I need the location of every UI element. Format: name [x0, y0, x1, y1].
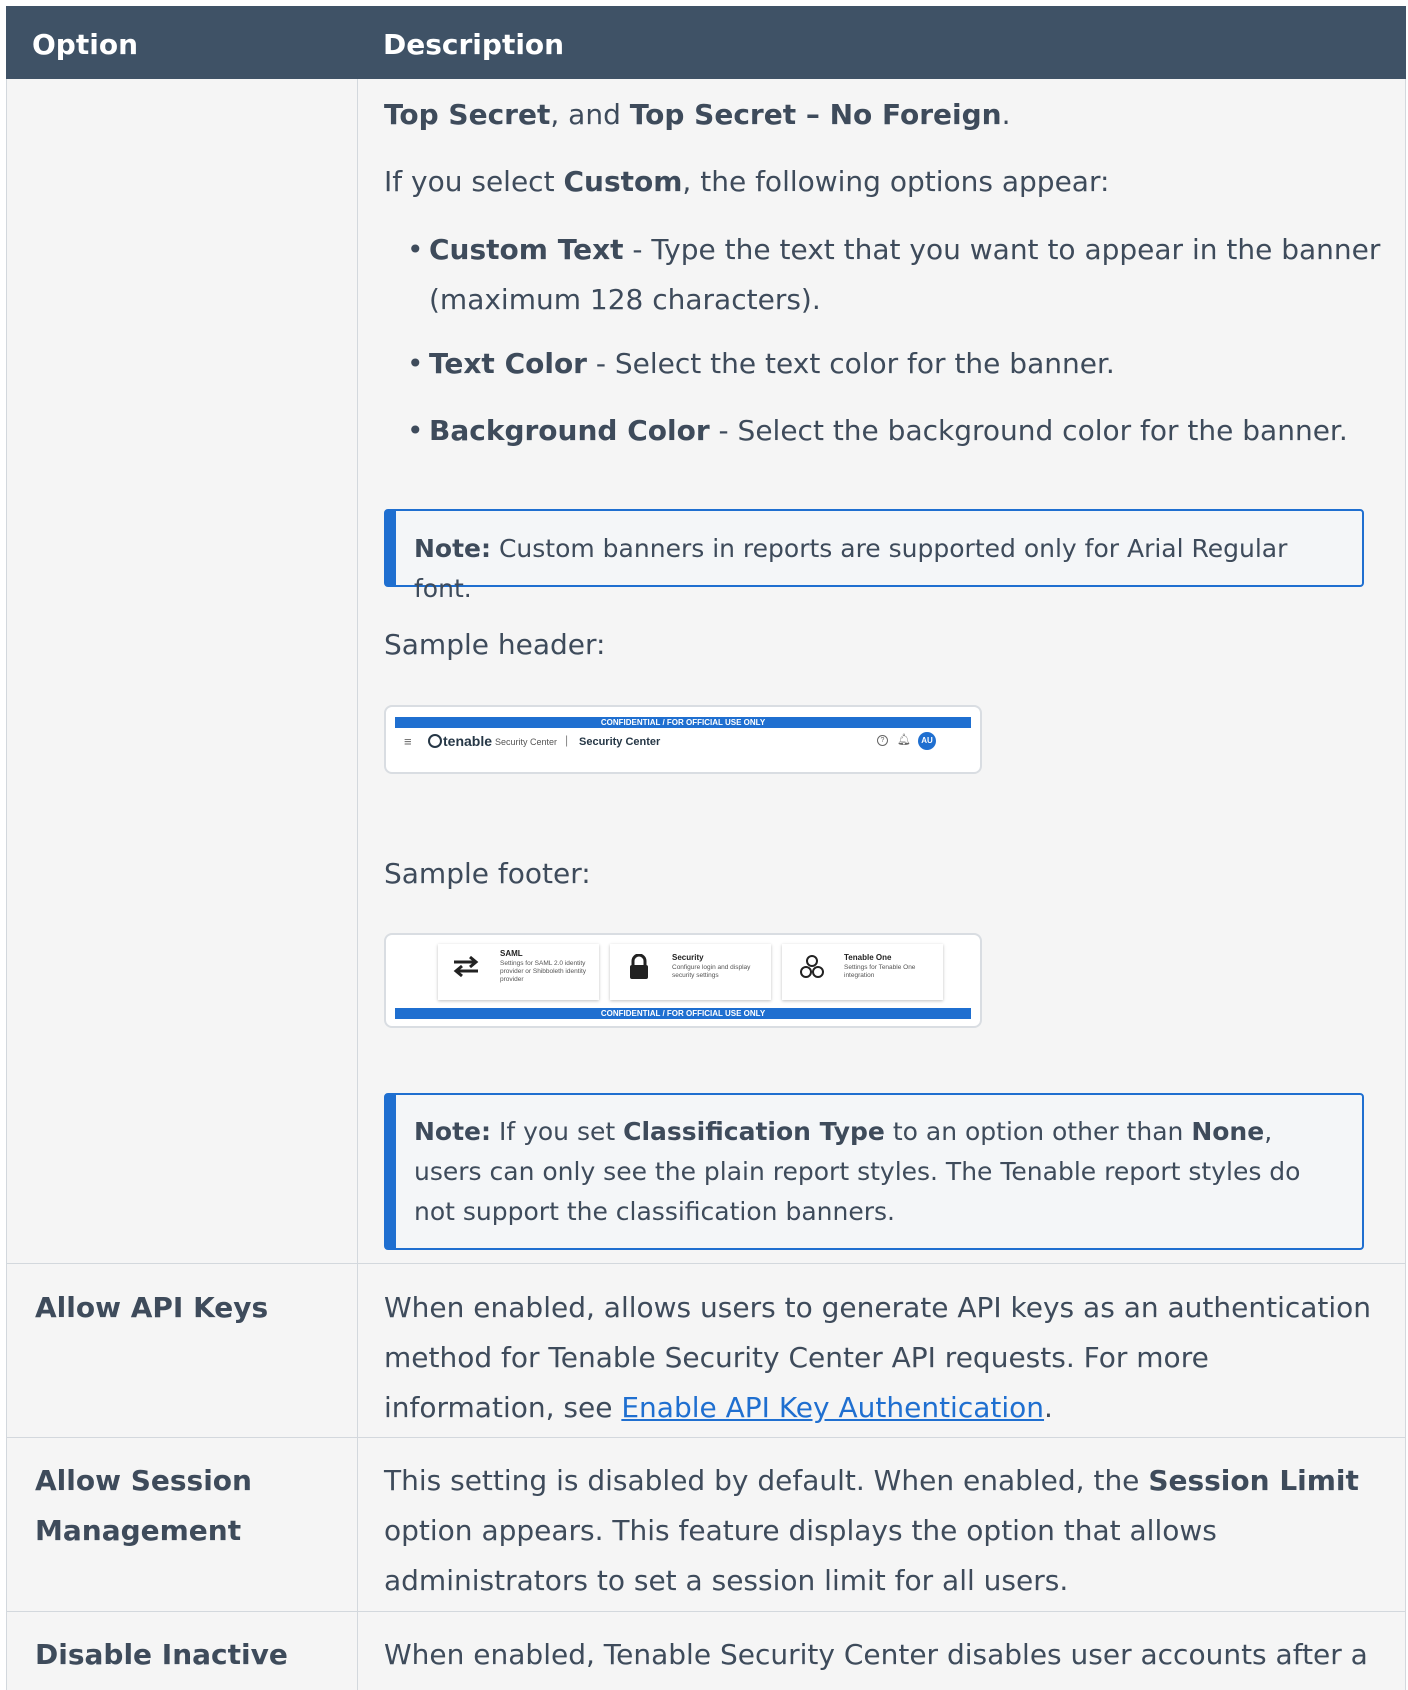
description-allow-api-keys: When enabled, allows users to generate A…: [384, 1291, 1372, 1424]
column-header-option: Option: [32, 28, 138, 61]
sample-footer-image: SAML Settings for SAML 2.0 identity prov…: [384, 933, 982, 1028]
list-item: • Background Color - Select the backgroun…: [407, 414, 1348, 447]
option-allow-session-management: Allow Session Management: [35, 1464, 252, 1547]
description-allow-session-management: This setting is disabled by default. Whe…: [384, 1464, 1359, 1597]
tenable-logo: tenable: [428, 733, 492, 749]
table-header: Option Description: [6, 6, 1406, 79]
row-divider: [7, 1437, 1405, 1438]
list-item: • Custom Text - Type the text that you wa…: [407, 233, 1381, 316]
list-item: • Text Color - Select the text color for …: [407, 347, 1115, 380]
sample-footer-label: Sample footer:: [384, 857, 591, 890]
custom-intro: If you select Custom, the following opti…: [384, 165, 1110, 198]
sample-header-image: CONFIDENTIAL / FOR OFFICIAL USE ONLY ≡ t…: [384, 705, 982, 774]
settings-tile-tenable-one[interactable]: Tenable One Settings for Tenable One int…: [782, 944, 943, 1000]
lock-icon: [628, 953, 650, 985]
row-divider: [7, 1263, 1405, 1264]
hamburger-menu-icon[interactable]: ≡: [404, 734, 412, 749]
app-header: ≡ tenable Security Center | Security Cen…: [395, 729, 971, 759]
column-header-description: Description: [383, 28, 565, 61]
row-divider: [7, 1611, 1405, 1612]
logo-ring-icon: [428, 734, 442, 748]
product-name: Security Center: [495, 737, 558, 747]
swap-arrows-icon: [452, 954, 480, 983]
options-table: Option Description Top Secret, and Top S…: [6, 6, 1406, 1690]
help-icon[interactable]: ?: [877, 735, 888, 746]
classification-banner: CONFIDENTIAL / FOR OFFICIAL USE ONLY: [395, 717, 971, 728]
hexagons-icon: [798, 954, 826, 985]
settings-tile-saml[interactable]: SAML Settings for SAML 2.0 identity prov…: [438, 944, 599, 1000]
sample-header-label: Sample header:: [384, 628, 606, 661]
column-divider: [357, 79, 358, 1690]
option-allow-api-keys: Allow API Keys: [35, 1291, 269, 1324]
page-title: Security Center: [579, 736, 661, 748]
note-callout: Note: If you set Classification Type to …: [384, 1093, 1364, 1250]
option-disable-inactive: Disable Inactive: [35, 1638, 288, 1671]
note-callout: Note: Custom banners in reports are supp…: [384, 509, 1364, 603]
enable-api-key-link[interactable]: Enable API Key Authentication: [621, 1391, 1044, 1424]
bell-icon[interactable]: 🔔︎: [897, 733, 911, 746]
classification-banner: CONFIDENTIAL / FOR OFFICIAL USE ONLY: [395, 1008, 971, 1019]
description-disable-inactive: When enabled, Tenable Security Center di…: [384, 1638, 1368, 1671]
settings-tile-security[interactable]: Security Configure login and display sec…: [610, 944, 771, 1000]
header-separator: |: [565, 733, 569, 747]
avatar[interactable]: AU: [918, 732, 936, 750]
classification-levels-tail: Top Secret, and Top Secret – No Foreign.: [384, 98, 1011, 131]
